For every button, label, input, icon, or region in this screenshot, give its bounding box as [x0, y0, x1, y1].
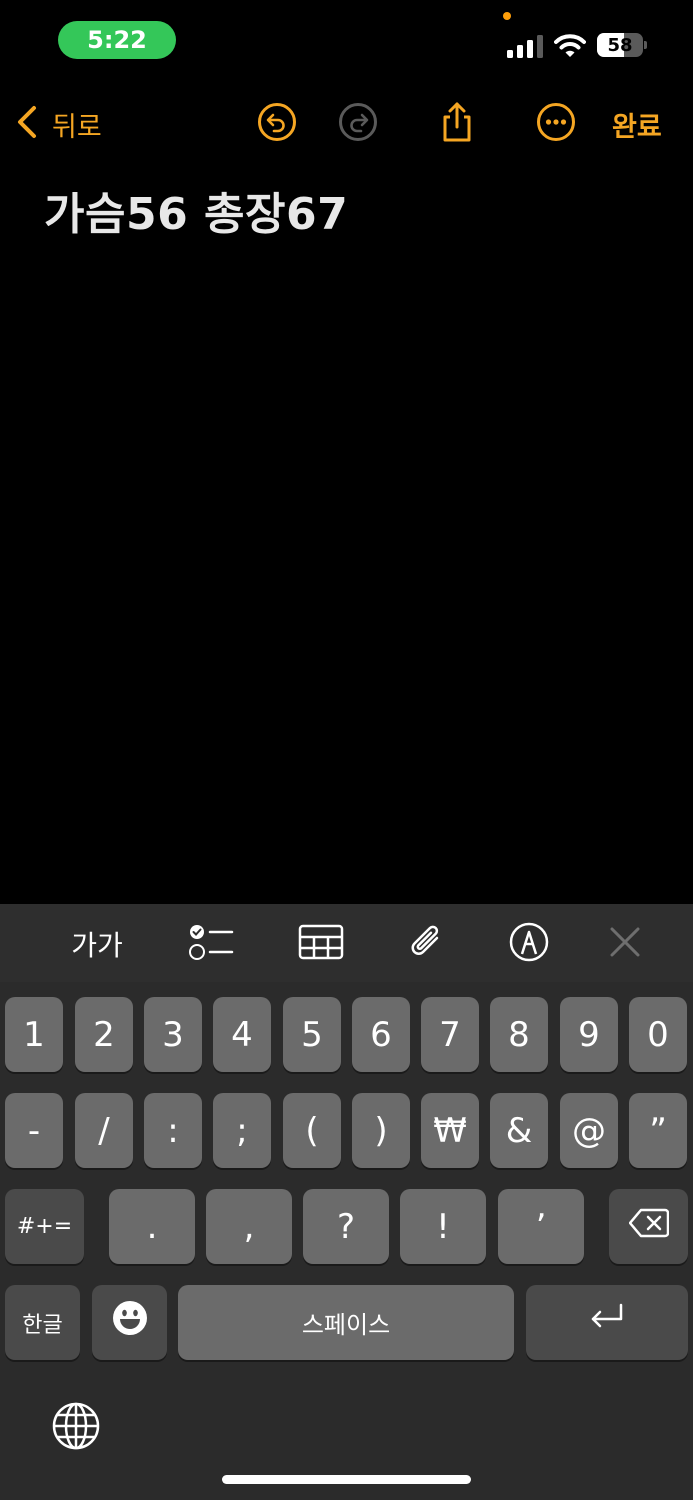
key-1[interactable]: 1	[5, 997, 63, 1072]
key-question[interactable]: ?	[303, 1189, 389, 1264]
emoji-icon	[112, 1300, 148, 1345]
attachment-button[interactable]	[400, 922, 454, 966]
key-8[interactable]: 8	[490, 997, 548, 1072]
language-key-label: 한글	[22, 1312, 63, 1338]
table-icon	[298, 924, 344, 964]
key-exclamation[interactable]: !	[400, 1189, 486, 1264]
key-open-paren[interactable]: (	[283, 1093, 341, 1168]
return-key[interactable]	[526, 1285, 688, 1360]
status-bar: 5:22 58	[0, 0, 693, 80]
key-period[interactable]: .	[109, 1189, 195, 1264]
globe-icon	[51, 1401, 101, 1460]
key-at[interactable]: @	[560, 1093, 618, 1168]
share-icon	[437, 100, 477, 148]
delete-icon	[628, 1207, 669, 1247]
delete-key[interactable]	[609, 1189, 688, 1264]
battery-level: 58	[607, 34, 633, 56]
battery-icon: 58	[597, 33, 647, 57]
more-button[interactable]	[534, 102, 578, 146]
chevron-left-icon	[14, 104, 40, 144]
key-more-symbols[interactable]: #+=	[5, 1189, 84, 1264]
done-button[interactable]: 완료	[612, 102, 662, 146]
checklist-icon	[188, 922, 234, 966]
key-quote[interactable]: ”	[629, 1093, 687, 1168]
undo-button[interactable]	[255, 102, 299, 146]
emoji-key[interactable]	[92, 1285, 167, 1360]
share-button[interactable]	[435, 102, 479, 146]
redo-icon	[338, 102, 378, 146]
language-key[interactable]: 한글	[5, 1285, 80, 1360]
nav-bar: 뒤로 완료	[0, 92, 693, 156]
attachment-icon	[407, 922, 447, 966]
key-2[interactable]: 2	[75, 997, 133, 1072]
key-hyphen[interactable]: -	[5, 1093, 63, 1168]
wifi-icon	[554, 33, 586, 59]
key-slash[interactable]: /	[75, 1093, 133, 1168]
key-3[interactable]: 3	[144, 997, 202, 1072]
home-indicator[interactable]	[222, 1475, 471, 1484]
redo-button[interactable]	[336, 102, 380, 146]
format-button[interactable]: 가가	[70, 922, 124, 966]
space-key[interactable]: 스페이스	[178, 1285, 514, 1360]
key-semicolon[interactable]: ;	[213, 1093, 271, 1168]
undo-icon	[257, 102, 297, 146]
close-toolbar-button[interactable]	[598, 922, 652, 966]
key-4[interactable]: 4	[213, 997, 271, 1072]
key-ampersand[interactable]: &	[490, 1093, 548, 1168]
back-label: 뒤로	[52, 111, 102, 143]
key-7[interactable]: 7	[421, 997, 479, 1072]
close-icon	[608, 925, 642, 963]
format-icon: 가가	[71, 929, 123, 962]
more-icon	[536, 102, 576, 146]
space-key-label: 스페이스	[301, 1311, 391, 1339]
key-colon[interactable]: :	[144, 1093, 202, 1168]
back-button[interactable]: 뒤로	[14, 102, 102, 146]
note-title[interactable]: 가슴56 총장67	[44, 178, 654, 242]
globe-button[interactable]	[48, 1402, 104, 1458]
keyboard: 가가 1 2 3 4 5 6 7 8 9 0 - /: ; () ₩ & @…	[0, 904, 693, 1500]
key-won[interactable]: ₩	[421, 1093, 479, 1168]
markup-icon	[508, 921, 550, 967]
table-button[interactable]	[294, 922, 348, 966]
key-6[interactable]: 6	[352, 997, 410, 1072]
key-close-paren[interactable]: )	[352, 1093, 410, 1168]
checklist-button[interactable]	[184, 922, 238, 966]
key-0[interactable]: 0	[629, 997, 687, 1072]
cellular-signal-icon	[507, 34, 543, 58]
privacy-indicator	[503, 12, 511, 20]
markup-button[interactable]	[502, 922, 556, 966]
status-time: 5:22	[58, 21, 176, 59]
note-editor[interactable]: 가슴56 총장67	[44, 178, 654, 242]
key-comma[interactable]: ,	[206, 1189, 292, 1264]
format-toolbar: 가가	[0, 904, 693, 982]
key-9[interactable]: 9	[560, 997, 618, 1072]
more-symbols-label: #+=	[16, 1214, 73, 1239]
key-5[interactable]: 5	[283, 997, 341, 1072]
key-apostrophe[interactable]: ’	[498, 1189, 584, 1264]
return-icon	[587, 1301, 627, 1344]
